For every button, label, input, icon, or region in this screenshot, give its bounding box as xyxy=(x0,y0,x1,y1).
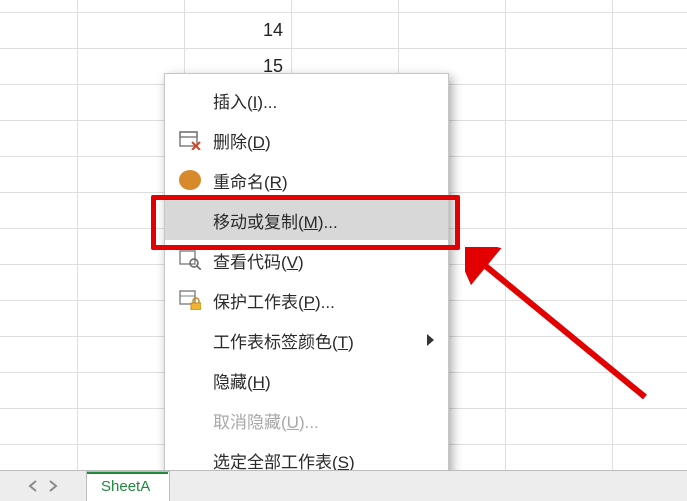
menu-item-unhide: 取消隐藏(U)... xyxy=(165,400,448,440)
menu-label: 选定全部工作表(S) xyxy=(213,448,355,473)
menu-item-insert[interactable]: 插入(I)... xyxy=(165,80,448,120)
menu-label: 插入(I)... xyxy=(213,88,277,113)
menu-item-rename[interactable]: 重命名(R) xyxy=(165,160,448,200)
menu-label: 隐藏(H) xyxy=(213,368,271,393)
tab-scroll-buttons[interactable] xyxy=(0,471,86,501)
menu-label: 查看代码(V) xyxy=(213,248,304,273)
menu-item-view-code[interactable]: 查看代码(V) xyxy=(165,240,448,280)
menu-item-move-or-copy[interactable]: 移动或复制(M)... xyxy=(165,200,448,240)
rename-icon xyxy=(179,170,201,190)
sheet-tab-label: SheetA xyxy=(101,478,150,495)
menu-label: 删除(D) xyxy=(213,128,271,153)
menu-label: 保护工作表(P)... xyxy=(213,288,335,313)
view-code-icon xyxy=(179,250,201,270)
tab-nav-icon xyxy=(28,479,58,493)
delete-sheet-icon xyxy=(179,130,201,150)
menu-item-protect-sheet[interactable]: 保护工作表(P)... xyxy=(165,280,448,320)
menu-label: 取消隐藏(U)... xyxy=(213,408,319,433)
sheet-tab-context-menu: 插入(I)... 删除(D) 重命名(R) 移动或复制(M)... 查看代码(V… xyxy=(164,73,449,487)
cell[interactable]: 14 xyxy=(185,13,292,49)
menu-item-hide[interactable]: 隐藏(H) xyxy=(165,360,448,400)
cell[interactable]: 13 xyxy=(185,0,292,13)
menu-item-delete[interactable]: 删除(D) xyxy=(165,120,448,160)
menu-item-tab-color[interactable]: 工作表标签颜色(T) xyxy=(165,320,448,360)
submenu-arrow-icon xyxy=(427,334,434,346)
menu-label: 重命名(R) xyxy=(213,168,288,193)
sheet-tab-active[interactable]: SheetA xyxy=(86,471,170,501)
protect-sheet-icon xyxy=(179,290,201,310)
menu-label: 移动或复制(M)... xyxy=(213,208,338,233)
sheet-tab-bar: SheetA xyxy=(0,470,687,501)
menu-label: 工作表标签颜色(T) xyxy=(213,328,354,353)
